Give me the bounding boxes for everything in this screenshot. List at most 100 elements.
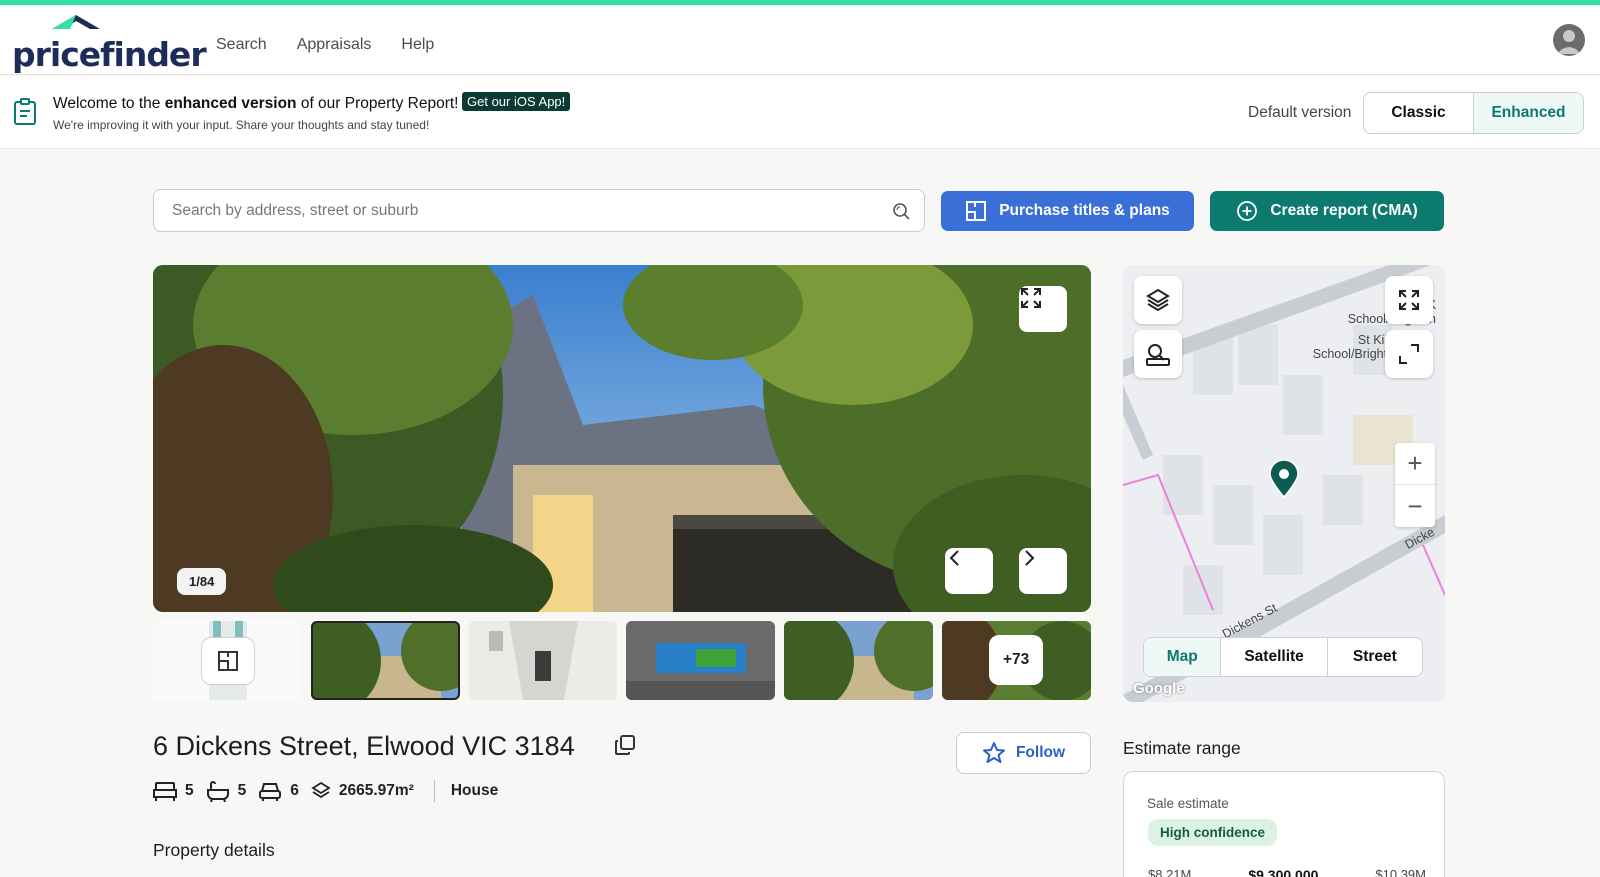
map-type-map[interactable]: Map <box>1144 638 1222 676</box>
plus-circle-icon <box>1237 201 1258 221</box>
report-icon <box>14 98 36 125</box>
more-photos-count[interactable]: +73 <box>989 635 1044 685</box>
nav-appraisals[interactable]: Appraisals <box>297 36 372 54</box>
floorplan-button[interactable] <box>201 637 255 685</box>
bedrooms-count: 5 <box>185 782 194 799</box>
top-nav: pricefinder Search Appraisals Help <box>0 5 1600 75</box>
expand-icon <box>1399 290 1419 310</box>
car-icon <box>259 783 282 801</box>
map-label-school-2b: School/Brighton <box>1312 347 1401 361</box>
property-map[interactable]: St K School/Brighton St Kilda School/Bri… <box>1123 265 1445 702</box>
car-spaces-count: 6 <box>290 782 299 799</box>
map-type-toggle: Map Satellite Street <box>1143 637 1423 677</box>
classic-version-button[interactable]: Classic <box>1364 93 1474 133</box>
map-search-icon <box>1146 344 1170 366</box>
nav-help[interactable]: Help <box>401 36 434 54</box>
create-report-label: Create report (CMA) <box>1270 202 1418 219</box>
previous-photo-button[interactable] <box>945 548 993 594</box>
chevron-left-icon <box>949 550 959 566</box>
search-icon[interactable] <box>892 202 910 220</box>
resize-icon <box>1399 344 1419 364</box>
zoom-in-button[interactable]: + <box>1395 443 1435 485</box>
bathrooms-count: 5 <box>237 782 247 799</box>
star-icon <box>982 742 1005 763</box>
nav-search[interactable]: Search <box>216 36 267 54</box>
search-input[interactable] <box>172 190 852 231</box>
bed-icon <box>153 782 177 801</box>
banner-title-post: of our Property Report! <box>296 95 459 112</box>
property-attributes: 5 5 6 2665.97m² House <box>153 780 498 802</box>
map-fullscreen-button[interactable] <box>1385 276 1433 324</box>
estimate-values: $8.21M $9,300,000 $10.39M <box>1148 867 1426 877</box>
banner-title-bold: enhanced version <box>164 95 297 112</box>
property-photo[interactable]: 1/84 <box>153 265 1091 612</box>
map-pin-icon[interactable] <box>1269 460 1299 498</box>
thumbnail-2[interactable] <box>468 621 618 700</box>
bathrooms: 5 <box>206 780 247 802</box>
purchase-titles-label: Purchase titles & plans <box>999 202 1170 219</box>
estimate-mid: $9,300,000 <box>1248 867 1319 877</box>
user-avatar[interactable] <box>1553 24 1585 56</box>
enhanced-version-button[interactable]: Enhanced <box>1474 93 1583 133</box>
bath-icon <box>206 781 229 802</box>
land-size-icon <box>311 781 331 799</box>
floorplan-icon <box>966 201 987 221</box>
purchase-titles-button[interactable]: Purchase titles & plans <box>941 191 1194 231</box>
map-search-area-button[interactable] <box>1134 330 1182 378</box>
banner-subtitle: We're improving it with your input. Shar… <box>53 118 430 132</box>
property-type: House <box>450 782 499 799</box>
map-type-street[interactable]: Street <box>1328 638 1422 676</box>
estimate-range-heading: Estimate range <box>1123 738 1241 758</box>
logo-text: pricefinder <box>12 35 207 74</box>
thumbnail-floorplan[interactable] <box>153 621 302 700</box>
sale-estimate-label: Sale estimate <box>1147 796 1229 811</box>
expand-icon <box>1021 288 1041 308</box>
attribute-divider <box>433 780 435 802</box>
copy-icon[interactable] <box>614 734 636 756</box>
version-toggle: Classic Enhanced <box>1363 92 1584 134</box>
land-size: 2665.97m² <box>311 781 414 801</box>
map-resize-button[interactable] <box>1385 330 1433 378</box>
thumbnail-3[interactable] <box>626 621 776 700</box>
estimate-high: $10.39M <box>1375 867 1426 877</box>
zoom-out-button[interactable]: − <box>1395 485 1435 527</box>
bedrooms: 5 <box>153 780 194 802</box>
map-layers-button[interactable] <box>1134 276 1182 324</box>
map-type-satellite[interactable]: Satellite <box>1221 638 1328 676</box>
property-address: 6 Dickens Street, Elwood VIC 3184 <box>153 731 575 761</box>
aerial-thumb-image <box>626 621 776 700</box>
main-nav: Search Appraisals Help <box>216 36 434 54</box>
default-version-label: Default version <box>1248 104 1352 121</box>
follow-label: Follow <box>1015 744 1066 761</box>
banner-title-pre: Welcome to the <box>53 95 165 112</box>
house-thumb-image <box>310 621 460 700</box>
avatar-icon <box>1557 30 1581 54</box>
property-details-heading: Property details <box>153 840 275 860</box>
land-size-value: 2665.97m² <box>338 782 414 799</box>
estimate-low: $8.21M <box>1148 867 1192 877</box>
house-thumb-image <box>784 621 934 700</box>
photo-thumbnails: +73 <box>153 621 1091 700</box>
ios-app-button[interactable]: Get our iOS App! <box>462 92 571 111</box>
logo-roof-icon <box>52 15 100 29</box>
hallway-thumb-image <box>468 621 618 700</box>
create-report-button[interactable]: Create report (CMA) <box>1210 191 1444 231</box>
follow-button[interactable]: Follow <box>956 732 1091 774</box>
car-spaces: 6 <box>258 780 299 802</box>
chevron-right-icon <box>1025 550 1035 566</box>
confidence-badge: High confidence <box>1148 819 1278 846</box>
google-attribution: Google <box>1133 680 1185 697</box>
estimate-card: Sale estimate High confidence $8.21M $9,… <box>1123 771 1445 877</box>
next-photo-button[interactable] <box>1019 548 1067 594</box>
pricefinder-logo[interactable]: pricefinder <box>12 15 207 75</box>
enhanced-version-banner: Welcome to the enhanced version of our P… <box>0 76 1600 149</box>
thumbnail-more[interactable]: +73 <box>942 621 1091 700</box>
thumbnail-4[interactable] <box>784 621 934 700</box>
layers-icon <box>1146 288 1170 312</box>
thumbnail-1[interactable] <box>310 621 460 700</box>
fullscreen-button[interactable] <box>1019 286 1067 332</box>
floorplan-icon <box>218 651 238 671</box>
banner-title: Welcome to the enhanced version of our P… <box>53 95 458 113</box>
address-search <box>153 189 925 232</box>
photo-counter: 1/84 <box>177 568 227 595</box>
